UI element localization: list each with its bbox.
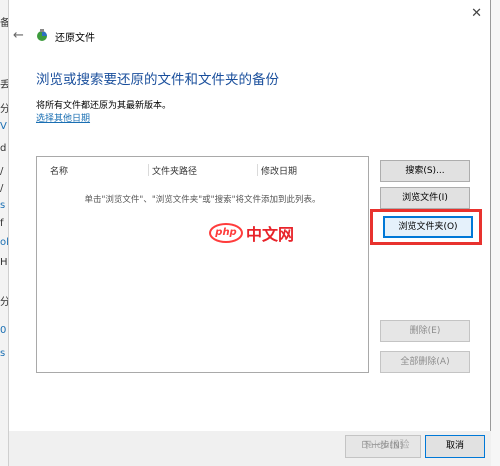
page-heading: 浏览或搜索要还原的文件和文件夹的备份 [36,72,279,88]
search-button[interactable]: 搜索(S)... [380,160,470,182]
background-text: f [0,218,4,229]
background-text: s [0,348,6,359]
background-text: d [0,143,7,154]
background-text: H [0,257,8,268]
background-text: V [0,121,7,132]
background-text: ol [0,237,8,248]
column-header-modified-date[interactable]: 修改日期 [261,164,297,177]
empty-list-message: 单击"浏览文件"、"浏览文件夹"或"搜索"将文件添加到此列表。 [84,195,321,205]
back-arrow-icon[interactable]: ← [13,28,24,43]
watermark-logo: php 中文网 [209,222,294,244]
background-text: s [0,200,6,211]
background-text: 分 [0,297,8,308]
background-text: 备 [0,18,8,29]
column-divider[interactable] [148,164,149,176]
restore-app-icon [37,29,47,41]
php-logo-icon: php [209,223,243,243]
window-edge [491,0,500,466]
remove-all-button[interactable]: 全部删除(A) [380,351,470,373]
annotation-highlight-box [370,209,482,245]
column-divider[interactable] [257,164,258,176]
list-header: 名称 文件夹路径 修改日期 [37,164,368,178]
dialog-title: 还原文件 [55,33,95,44]
close-icon[interactable]: ✕ [471,6,482,21]
bottom-watermark: Baidu经验 [361,440,410,451]
background-text: / [0,166,4,177]
choose-other-date-link[interactable]: 选择其他日期 [36,111,90,124]
background-text: / [0,183,4,194]
remove-button[interactable]: 删除(E) [380,320,470,342]
browse-files-button[interactable]: 浏览文件(I) [380,187,470,209]
column-header-folder-path[interactable]: 文件夹路径 [152,164,197,177]
dialog-footer: 下一步(N) 取消 [9,431,491,466]
background-text: 0 [0,325,7,336]
background-text: 丢 [0,80,8,91]
info-text: 将所有文件都还原为其最新版本。 [36,101,172,111]
cancel-button[interactable]: 取消 [425,435,485,458]
column-header-name[interactable]: 名称 [50,164,68,177]
watermark-site-text: 中文网 [246,225,295,244]
background-text: 分 [0,104,8,115]
backup-file-list[interactable]: 名称 文件夹路径 修改日期 单击"浏览文件"、"浏览文件夹"或"搜索"将文件添加… [36,156,369,373]
